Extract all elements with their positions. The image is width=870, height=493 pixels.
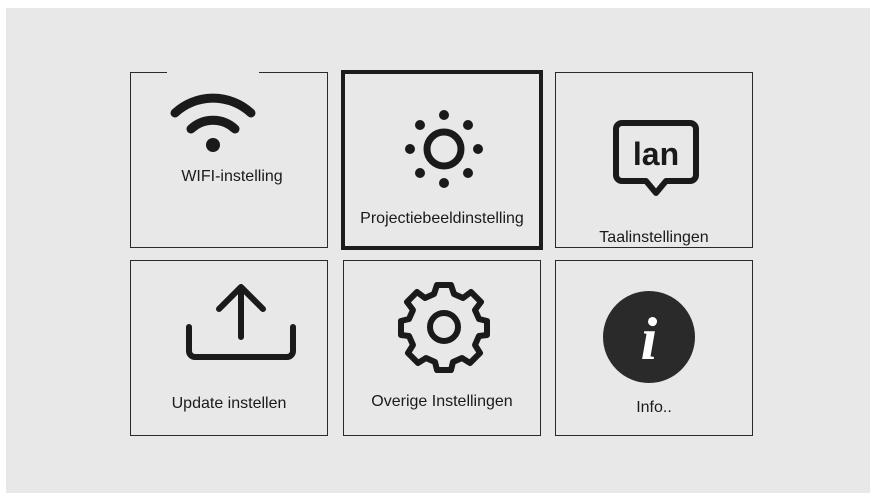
tile-label: Info.. (636, 399, 672, 416)
settings-screen: WIFI-instelling Projectiebeeldinstelling… (6, 8, 870, 493)
wifi-icon (170, 93, 256, 152)
info-icon: i (603, 291, 695, 383)
tile-language-settings[interactable]: lan Taalinstellingen (555, 72, 753, 248)
language-icon-text: lan (633, 136, 679, 172)
tile-wifi-settings[interactable]: WIFI-instelling (130, 71, 328, 248)
tile-label: Overige Instellingen (371, 393, 513, 410)
tile-projection-image-settings[interactable]: Projectiebeeldinstelling (341, 70, 543, 250)
tile-other-settings[interactable]: Overige Instellingen (343, 260, 541, 436)
tile-update-settings[interactable]: Update instellen (130, 260, 328, 436)
tile-label: Taalinstellingen (599, 229, 709, 246)
tile-label: Projectiebeeldinstelling (360, 210, 524, 227)
upload-icon (186, 284, 296, 360)
language-icon: lan (613, 120, 699, 196)
tile-label: WIFI-instelling (181, 168, 283, 185)
tile-info[interactable]: i Info.. (555, 260, 753, 436)
brightness-icon (405, 110, 483, 188)
tile-label: Update instellen (171, 395, 287, 412)
gear-icon (398, 282, 490, 373)
info-icon-text: i (641, 306, 658, 372)
border-gap (167, 71, 259, 75)
